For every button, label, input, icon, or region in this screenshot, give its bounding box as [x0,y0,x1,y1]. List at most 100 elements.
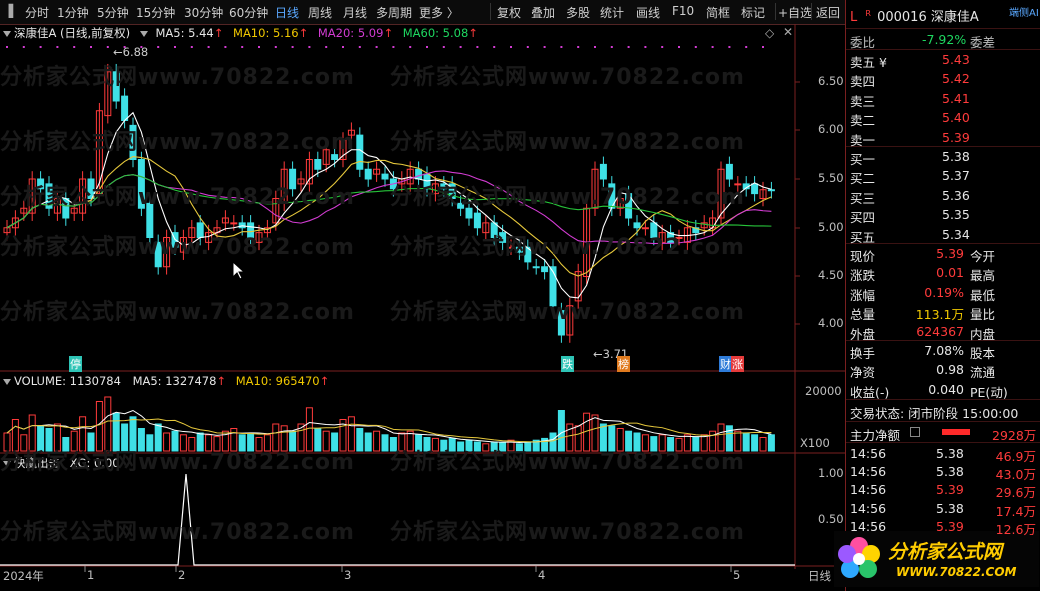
event-marker[interactable]: 榜 [617,356,630,372]
indicator-y-tick: 1.00 [818,466,844,480]
candle[interactable] [314,159,322,170]
price-y-tick: 6.00 [818,122,844,136]
toolbar-item-20[interactable]: 返回 [816,4,840,21]
toolbar-item-17[interactable]: 简框 [706,4,730,21]
watermark: 分析家公式网www.70822.com [390,65,745,90]
toolbar-item-10[interactable]: 更多 〉 [419,4,459,21]
toolbar-item-5[interactable]: 60分钟 [229,4,268,21]
candle[interactable] [725,163,733,180]
toolbar-item-9[interactable]: 多周期 [376,4,412,21]
toolbar-item-8[interactable]: 月线 [343,4,367,21]
tick-row: 14:56 5.39 29.6万 [850,481,1036,501]
watermark: 分析家公式网www.70822.com [0,130,355,155]
candle[interactable] [751,183,759,195]
toolbar-item-14[interactable]: 统计 [600,4,624,21]
sell-row[interactable]: 卖一 5.39 [850,129,1036,148]
toolbar-item-13[interactable]: 多股 [566,4,590,21]
sell-row[interactable]: 卖三 5.41 [850,90,1036,109]
buy-price: 5.37 [942,168,970,184]
buy-price: 5.36 [942,187,970,203]
buy-row[interactable]: 买一 5.38 [850,148,1036,167]
event-marker[interactable]: 停 [69,356,82,372]
stats-label2: PE(动) [970,384,1008,400]
tick-time: 14:56 [850,518,887,534]
concept-tag[interactable]: 端侧AI [1009,4,1039,19]
candle[interactable] [532,266,540,269]
toolbar-item-7[interactable]: 周线 [308,4,332,21]
tick-price: 5.39 [936,518,964,534]
stats-value: 0.040 [928,381,964,397]
buy-price: 5.34 [942,226,970,242]
candle[interactable] [473,212,481,229]
buy-row[interactable]: 买五 5.34 [850,226,1036,245]
candle[interactable] [415,168,423,180]
sell-row[interactable]: 卖二 5.40 [850,109,1036,128]
collapse-icon[interactable] [3,31,11,37]
watermark: 分析家公式网www.70822.com [0,300,355,325]
toolbar-item-11[interactable]: 复权 [497,4,521,21]
toolbar-item-15[interactable]: 画线 [636,4,660,21]
candle[interactable] [633,222,641,229]
watermark: 分析家公式网www.70822.com [0,450,355,475]
candle[interactable] [599,163,607,180]
tick-time: 14:56 [850,482,887,498]
volume-bar [356,428,364,452]
event-marker[interactable]: 涨 [731,356,744,372]
quote-row: 涨跌 0.01 最高 [850,264,1036,283]
event-marker[interactable]: 跌 [561,356,574,372]
diamond-icon[interactable]: ◇ [765,26,774,40]
candle[interactable] [541,266,549,273]
chart-area[interactable]: 深康佳A (日线,前复权) MA5: 5.44↑ MA10: 5.16↑ MA2… [0,24,845,591]
sell-row[interactable]: 卖四 5.42 [850,70,1036,89]
toolbar-item-0[interactable]: 分时 [25,4,49,21]
stats-label: 净资 [850,365,876,381]
toolbar-item-6[interactable]: 日线 [275,4,299,21]
l-badge[interactable]: L [850,10,857,25]
toolbar-item-1[interactable]: 1分钟 [57,4,89,21]
buy-row[interactable]: 买四 5.35 [850,206,1036,225]
quote-value: 0.19% [924,284,964,300]
x-axis-label: 2024年 [3,569,44,583]
sidebar-toggle-icon[interactable]: ▐ [4,4,13,18]
tick-volume: 43.0万 [995,467,1036,483]
buy-row[interactable]: 买二 5.37 [850,167,1036,186]
volume-dropdown-icon[interactable] [3,379,11,385]
toolbar-item-4[interactable]: 30分钟 [184,4,223,21]
tick-row: 14:56 5.38 17.4万 [850,500,1036,519]
sell-price: 5.43 [942,52,970,67]
toolbar-item-16[interactable]: F10 [672,4,694,18]
toolbar-item-19[interactable]: +自选 [778,4,812,21]
watermark: 分析家公式网www.70822.com [390,235,745,260]
candle[interactable] [230,222,238,225]
price-y-tick: 4.50 [818,268,844,282]
stats-label2: 流通 [970,365,996,381]
r-badge: R [865,8,871,18]
price-y-tick: 4.00 [818,316,844,330]
toolbar-item-3[interactable]: 15分钟 [136,4,175,21]
tick-volume: 29.6万 [995,485,1036,501]
quote-label2: 内盘 [970,326,996,342]
tick-volume: 17.4万 [995,503,1036,519]
stats-label2: 股本 [970,346,996,361]
watermark: 分析家公式网www.70822.com [390,185,745,210]
candle[interactable] [364,168,372,180]
stats-row: 收益(-) 0.040 PE(动) [850,381,1036,400]
candle[interactable] [767,189,775,192]
watermark: 分析家公式网www.70822.com [0,520,355,545]
candle[interactable] [381,173,389,180]
quote-row: 总量 113.1万 量比 [850,303,1036,322]
toolbar-item-2[interactable]: 5分钟 [97,4,129,21]
volume-y-tick: 20000 [805,384,842,398]
close-icon[interactable]: ✕ [783,25,793,39]
toolbar-item-12[interactable]: 叠加 [531,4,555,21]
indicator-y-tick: 0.50 [818,512,844,526]
candle[interactable] [121,95,129,121]
list-icon[interactable] [910,427,920,437]
ma-dropdown-icon[interactable] [139,31,148,37]
logo-url: WWW.70822.COM [896,565,1017,579]
sell-row[interactable]: 卖五 ¥ 5.43 [850,51,1036,70]
tick-price: 5.39 [936,482,964,498]
candle[interactable] [356,134,364,170]
buy-row[interactable]: 买三 5.36 [850,187,1036,206]
toolbar-item-18[interactable]: 标记 [741,4,765,21]
